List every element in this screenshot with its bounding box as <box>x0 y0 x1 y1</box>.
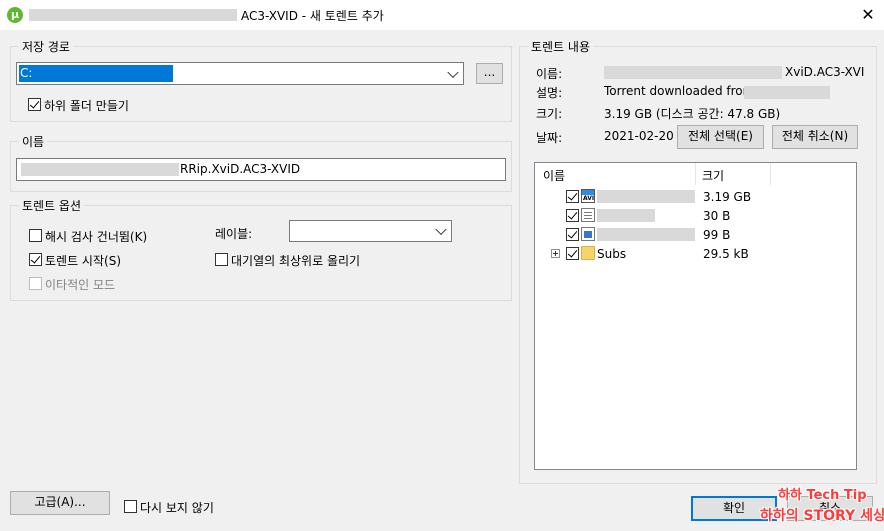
save-path-legend: 저장 경로 <box>19 38 73 55</box>
redacted-name-text <box>21 163 179 176</box>
chevron-down-icon[interactable] <box>435 223 447 236</box>
save-path-value: C: <box>20 66 33 80</box>
path-selection-highlight <box>19 65 173 82</box>
column-header-size[interactable]: 크기 <box>702 167 724 184</box>
content-name-label: 이름: <box>536 67 563 81</box>
torrent-content-legend: 토렌트 내용 <box>528 38 594 55</box>
chevron-down-icon[interactable] <box>447 66 459 78</box>
torrent-options-legend: 토렌트 옵션 <box>19 197 85 214</box>
skip-hash-checkbox[interactable] <box>29 229 42 242</box>
redacted-desc-source <box>744 86 830 99</box>
column-separator[interactable] <box>695 163 696 185</box>
content-date-label: 날짜: <box>536 131 563 145</box>
avi-file-icon: AVI <box>581 189 595 203</box>
file-row[interactable]: Subs 29.5 kB <box>535 244 856 263</box>
content-desc-value: Torrent downloaded from <box>604 84 755 98</box>
redacted-content-name <box>604 66 782 79</box>
file-size: 29.5 kB <box>703 247 749 261</box>
text-file-icon <box>581 208 595 222</box>
queue-top-label: 대기열의 최상위로 올리기 <box>231 254 361 268</box>
expand-plus-icon[interactable] <box>551 249 560 258</box>
advanced-button[interactable]: 고급(A)... <box>10 491 110 515</box>
label-combobox[interactable] <box>289 220 452 242</box>
file-row[interactable]: AVI 3.19 GB <box>535 187 856 206</box>
dont-show-label: 다시 보지 않기 <box>140 501 214 515</box>
column-header-name[interactable]: 이름 <box>543 167 565 184</box>
queue-top-checkbox[interactable] <box>215 253 228 266</box>
file-name: Subs <box>597 247 627 261</box>
sequential-mode-checkbox <box>29 277 42 290</box>
torrent-name-value: RRip.XviD.AC3-XVID <box>180 162 301 176</box>
browse-button[interactable]: ... <box>476 63 503 84</box>
name-legend: 이름 <box>19 133 48 150</box>
content-date-value: 2021-02-20 <box>604 129 674 143</box>
redacted-file-name <box>597 228 695 241</box>
file-row[interactable]: 30 B <box>535 206 856 225</box>
sequential-mode-label: 이타적인 모드 <box>45 278 116 292</box>
torrent-name-input[interactable]: RRip.XviD.AC3-XVID <box>16 158 506 181</box>
file-size: 99 B <box>703 228 731 242</box>
file-size: 30 B <box>703 209 731 223</box>
title-bar: µ AC3-XVID - 새 토렌트 추가 ✕ <box>0 0 884 30</box>
content-name-value: XviD.AC3-XVI <box>785 65 865 79</box>
subfolder-checkbox[interactable] <box>28 98 41 111</box>
folder-icon <box>581 246 595 260</box>
start-torrent-label: 토렌트 시작(S) <box>45 254 121 268</box>
file-row[interactable]: 99 B <box>535 225 856 244</box>
label-field-label: 레이블: <box>215 227 253 241</box>
content-size-value: 3.19 GB (디스크 공간: 47.8 GB) <box>604 107 781 121</box>
redacted-file-name <box>597 209 655 222</box>
file-checkbox[interactable] <box>566 209 579 222</box>
watermark-line-1: 하하 Tech Tip <box>778 488 867 503</box>
start-torrent-checkbox[interactable] <box>29 253 42 266</box>
watermark-line-2: 하하의 STORY 세상 <box>760 508 884 524</box>
file-checkbox[interactable] <box>566 190 579 203</box>
file-size: 3.19 GB <box>703 190 752 204</box>
subfolder-label: 하위 폴더 만들기 <box>44 99 129 113</box>
close-button[interactable]: ✕ <box>856 4 880 26</box>
column-separator[interactable] <box>770 163 771 185</box>
select-none-button[interactable]: 전체 취소(N) <box>772 125 858 149</box>
window-title: AC3-XVID - 새 토렌트 추가 <box>241 9 384 23</box>
utorrent-logo-icon: µ <box>7 7 23 23</box>
select-all-button[interactable]: 전체 선택(E) <box>677 125 764 149</box>
save-path-combobox[interactable]: C: <box>16 62 464 85</box>
redacted-file-name <box>597 190 695 203</box>
file-list[interactable]: 이름 크기 AVI 3.19 GB 30 B 99 B Subs 29.5 kB <box>534 162 857 470</box>
redacted-title-text <box>29 9 237 21</box>
content-desc-label: 설명: <box>536 86 563 100</box>
content-size-label: 크기: <box>536 107 563 121</box>
image-file-icon <box>581 227 595 241</box>
file-checkbox[interactable] <box>566 247 579 260</box>
dont-show-checkbox[interactable] <box>124 500 137 513</box>
file-checkbox[interactable] <box>566 228 579 241</box>
skip-hash-label: 해시 검사 건너뜀(K) <box>45 230 148 244</box>
